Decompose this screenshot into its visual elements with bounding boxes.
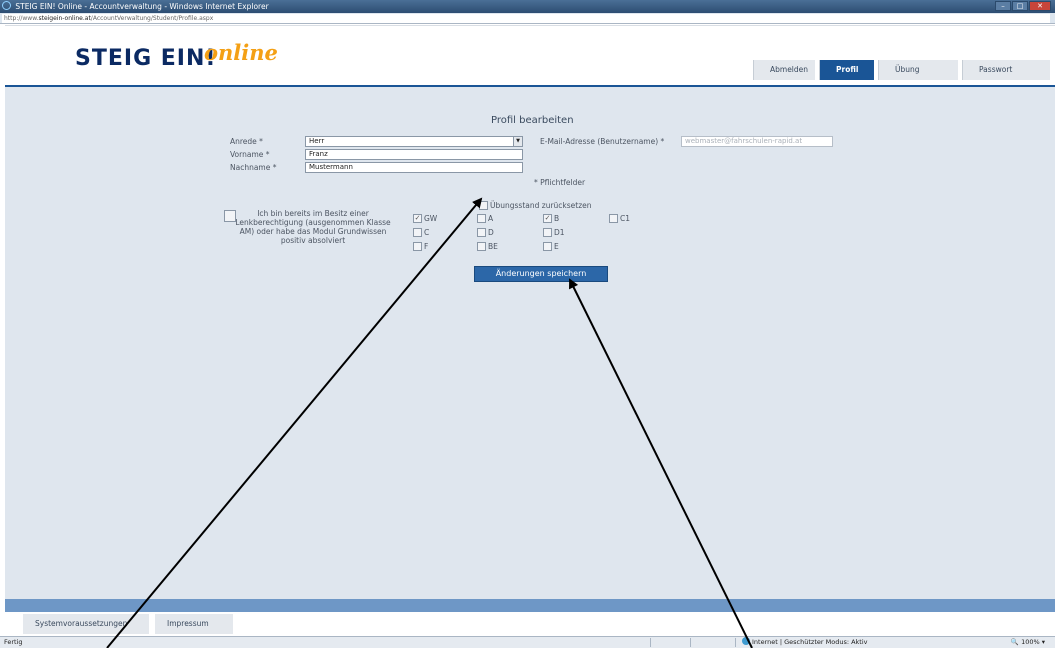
address-bar: http://www.steigein-online.at/AccountVer… — [0, 13, 1055, 24]
globe-icon — [742, 637, 750, 645]
window-titlebar: STEIG EIN! Online - Accountverwaltung - … — [0, 0, 1055, 13]
reset-label: Übungsstand zurücksetzen — [490, 201, 592, 210]
class-gw-checkbox[interactable]: ✓ — [413, 214, 422, 223]
save-button[interactable]: Änderungen speichern — [474, 266, 608, 282]
site-header: STEIG EIN! online Abmelden Profil Übung … — [5, 25, 1055, 94]
class-c1-label: C1 — [620, 214, 631, 223]
footer-link-impressum[interactable]: Impressum — [155, 614, 233, 634]
profile-form-area: Profil bearbeiten Anrede * Herr ▼ Vornam… — [5, 87, 1055, 599]
class-c-checkbox[interactable] — [413, 228, 422, 237]
nachname-field[interactable]: Mustermann — [305, 162, 523, 173]
class-d1-label: D1 — [554, 228, 565, 237]
class-d1-checkbox[interactable] — [543, 228, 552, 237]
class-b-label: B — [554, 214, 560, 223]
tab-uebung-starten[interactable]: Übung starten — [878, 60, 958, 94]
site-logo[interactable]: STEIG EIN! — [75, 46, 216, 71]
browser-statusbar: Fertig Internet | Geschützter Modus: Akt… — [0, 636, 1055, 648]
class-d-checkbox[interactable] — [477, 228, 486, 237]
class-c-label: C — [424, 228, 430, 237]
zoom-control[interactable]: 🔍 100% ▾ — [1011, 637, 1045, 648]
email-label: E-Mail-Adresse (Benutzername) * — [540, 137, 665, 146]
class-c1-checkbox[interactable] — [609, 214, 618, 223]
status-divider — [690, 638, 691, 647]
class-a-label: A — [488, 214, 494, 223]
reset-checkbox[interactable] — [479, 201, 488, 210]
site-logo-accent: online — [204, 40, 278, 65]
class-gw-label: GW — [424, 214, 438, 223]
site-footer: Systemvoraussetzungen Impressum — [5, 612, 1055, 636]
ie-logo-icon — [2, 1, 11, 10]
class-a-checkbox[interactable] — [477, 214, 486, 223]
anrede-select[interactable]: Herr ▼ — [305, 136, 523, 147]
status-text: Fertig — [4, 638, 23, 646]
footer-link-systemvoraussetzungen[interactable]: Systemvoraussetzungen — [23, 614, 149, 634]
chevron-down-icon[interactable]: ▼ — [513, 137, 522, 146]
tab-passwort-aendern[interactable]: Passwort ändern — [962, 60, 1050, 94]
tab-abmelden[interactable]: Abmelden — [753, 60, 815, 80]
required-note: * Pflichtfelder — [534, 178, 586, 187]
tab-profil[interactable]: Profil — [819, 60, 874, 80]
status-divider — [650, 638, 651, 647]
window-controls: – □ ✕ — [994, 1, 1051, 11]
class-d-label: D — [488, 228, 494, 237]
security-zone[interactable]: Internet | Geschützter Modus: Aktiv — [742, 637, 868, 648]
window-title: STEIG EIN! Online - Accountverwaltung - … — [15, 2, 269, 11]
maximize-icon[interactable]: □ — [1012, 1, 1028, 11]
email-field: webmaster@fahrschulen-rapid.at — [681, 136, 833, 147]
close-icon[interactable]: ✕ — [1029, 1, 1051, 11]
license-note: Ich bin bereits im Besitz einer Lenkbere… — [235, 209, 391, 245]
footer-divider — [5, 599, 1055, 612]
class-f-label: F — [424, 242, 429, 251]
class-b-checkbox[interactable]: ✓ — [543, 214, 552, 223]
class-be-label: BE — [488, 242, 498, 251]
class-be-checkbox[interactable] — [477, 242, 486, 251]
page-title: Profil bearbeiten — [491, 115, 574, 126]
class-e-label: E — [554, 242, 559, 251]
vorname-label: Vorname * — [230, 150, 270, 159]
nachname-label: Nachname * — [230, 163, 277, 172]
status-divider — [735, 638, 736, 647]
class-e-checkbox[interactable] — [543, 242, 552, 251]
url-field[interactable]: http://www.steigein-online.at/AccountVer… — [2, 14, 1050, 23]
anrede-label: Anrede * — [230, 137, 263, 146]
vorname-field[interactable]: Franz — [305, 149, 523, 160]
minimize-icon[interactable]: – — [995, 1, 1011, 11]
main-nav: Abmelden Profil Übung starten Passwort ä… — [749, 60, 1050, 94]
class-f-checkbox[interactable] — [413, 242, 422, 251]
